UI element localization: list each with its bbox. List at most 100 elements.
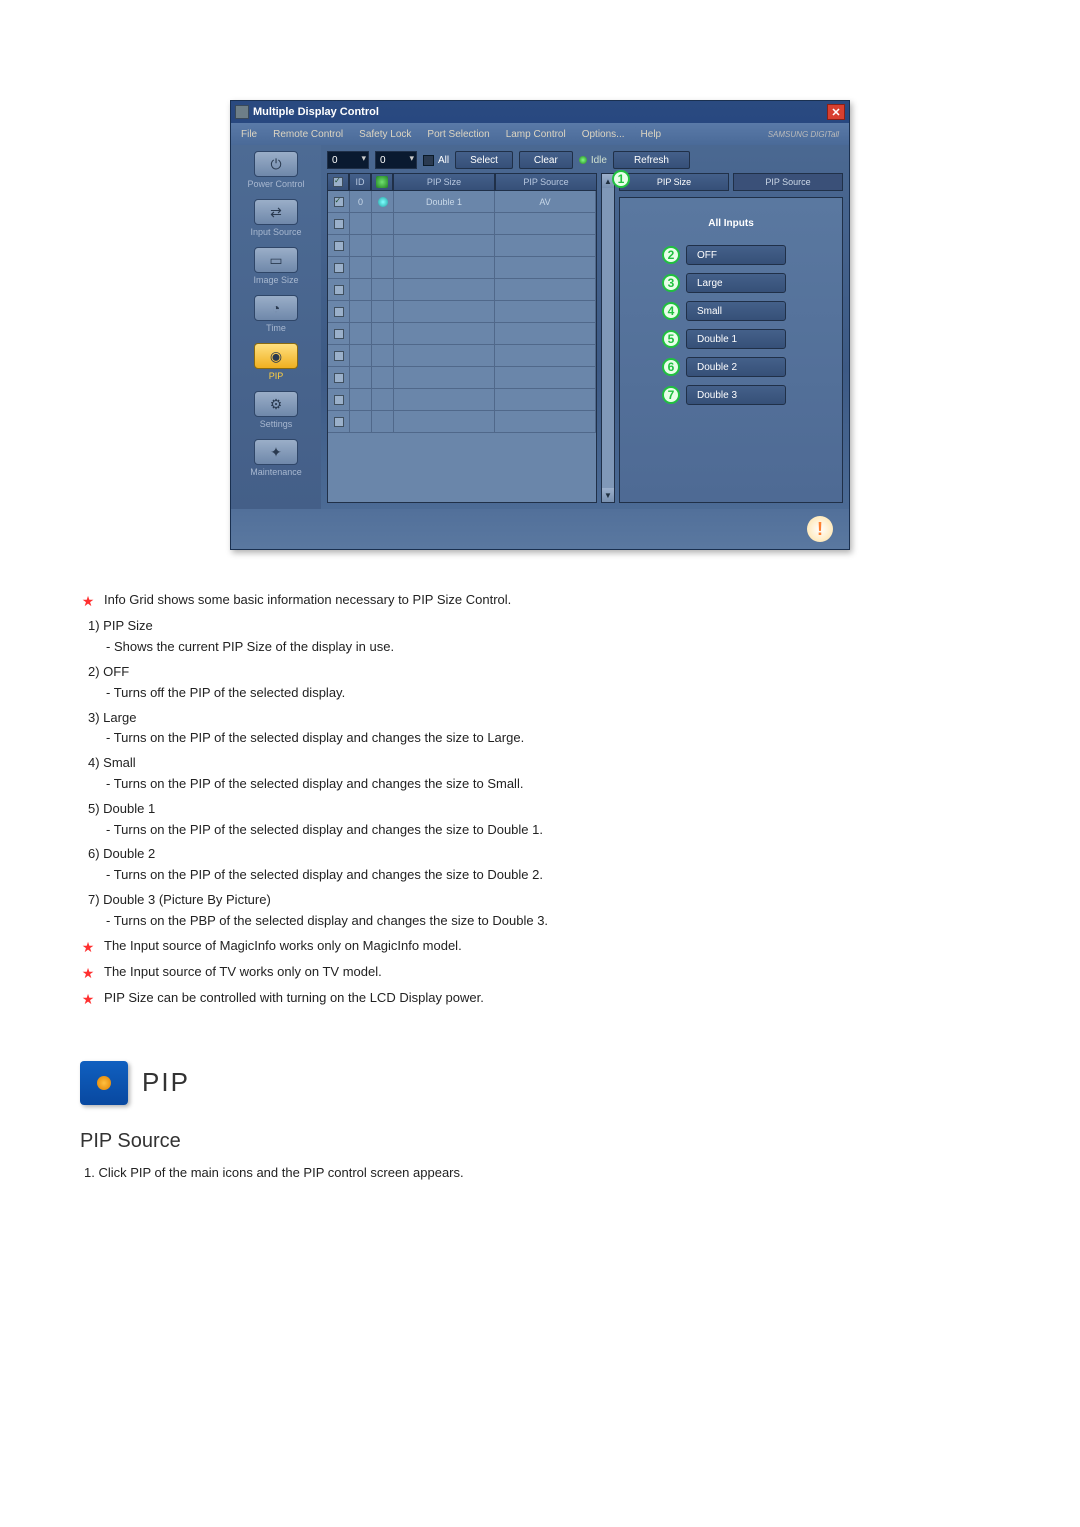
- row-check-icon[interactable]: [334, 373, 344, 383]
- main-area: 0 0 All Select Clear Idle Refresh: [321, 145, 849, 509]
- doc-note-1: The Input source of MagicInfo works only…: [104, 936, 462, 958]
- table-row[interactable]: [328, 411, 596, 433]
- doc-item-3-title: 3) Large: [88, 708, 1000, 729]
- star-icon: ★: [80, 590, 96, 612]
- settings-icon: ⚙: [254, 391, 298, 417]
- table-row[interactable]: [328, 323, 596, 345]
- doc-item-3-desc: - Turns on the PIP of the selected displ…: [106, 728, 1000, 749]
- warning-icon: !: [807, 516, 833, 542]
- menu-lamp[interactable]: Lamp Control: [506, 129, 566, 140]
- all-checkbox[interactable]: All: [423, 155, 449, 166]
- input-icon: ⇄: [254, 199, 298, 225]
- brand-label: SAMSUNG DIGITall: [768, 130, 839, 139]
- sidebar-item-time[interactable]: ◔ Time: [235, 295, 317, 333]
- doc-item-7-desc: - Turns on the PBP of the selected displ…: [106, 911, 1000, 932]
- sidebar-item-power[interactable]: ⏻ Power Control: [235, 151, 317, 189]
- sidebar-item-settings[interactable]: ⚙ Settings: [235, 391, 317, 429]
- row-check-icon[interactable]: [334, 307, 344, 317]
- row-check-icon[interactable]: [334, 219, 344, 229]
- window-title: Multiple Display Control: [253, 106, 827, 118]
- refresh-button[interactable]: Refresh: [613, 151, 690, 169]
- close-icon[interactable]: ✕: [827, 104, 845, 120]
- all-inputs-heading: All Inputs: [632, 218, 830, 229]
- row-check-icon[interactable]: [334, 263, 344, 273]
- sidebar-item-maintenance[interactable]: ✦ Maintenance: [235, 439, 317, 477]
- app-icon: [235, 105, 249, 119]
- document-body: ★ Info Grid shows some basic information …: [80, 590, 1000, 1184]
- row-check-icon[interactable]: [334, 417, 344, 427]
- callout-2: 2: [662, 246, 680, 264]
- doc-item-2-title: 2) OFF: [88, 662, 1000, 683]
- control-panel: PIP Size 1 PIP Source All Inputs 2OFF 3L…: [619, 173, 843, 503]
- double1-button[interactable]: Double 1: [686, 329, 786, 349]
- row-check-icon[interactable]: [334, 329, 344, 339]
- col-status: [371, 173, 393, 191]
- range-to-spinner[interactable]: 0: [375, 151, 417, 169]
- doc-item-2-desc: - Turns off the PIP of the selected disp…: [106, 683, 1000, 704]
- status-header-icon: [376, 176, 388, 188]
- star-icon: ★: [80, 988, 96, 1010]
- table-row[interactable]: [328, 301, 596, 323]
- sidebar-label-settings: Settings: [235, 419, 317, 429]
- table-row[interactable]: [328, 279, 596, 301]
- doc-item-4-desc: - Turns on the PIP of the selected displ…: [106, 774, 1000, 795]
- menu-options[interactable]: Options...: [582, 129, 625, 140]
- checkbox-icon: [423, 155, 434, 166]
- callout-5: 5: [662, 330, 680, 348]
- doc-note-2: The Input source of TV works only on TV …: [104, 962, 382, 984]
- row-check-icon[interactable]: [334, 285, 344, 295]
- col-id: ID: [349, 173, 371, 191]
- sidebar: ⏻ Power Control ⇄ Input Source ▭ Image S…: [231, 145, 321, 509]
- row-check-icon[interactable]: [334, 197, 344, 207]
- select-button[interactable]: Select: [455, 151, 513, 169]
- row-check-icon[interactable]: [334, 241, 344, 251]
- row-check-icon[interactable]: [334, 351, 344, 361]
- off-button[interactable]: OFF: [686, 245, 786, 265]
- menu-safety[interactable]: Safety Lock: [359, 129, 411, 140]
- clear-button[interactable]: Clear: [519, 151, 573, 169]
- footer: !: [231, 509, 849, 549]
- double3-button[interactable]: Double 3: [686, 385, 786, 405]
- menu-port[interactable]: Port Selection: [427, 129, 489, 140]
- cell-pip-source: AV: [495, 191, 596, 213]
- row-check-icon[interactable]: [334, 395, 344, 405]
- subheading: PIP Source: [80, 1125, 1000, 1157]
- doc-item-4-title: 4) Small: [88, 753, 1000, 774]
- sidebar-item-input[interactable]: ⇄ Input Source: [235, 199, 317, 237]
- titlebar: Multiple Display Control ✕: [231, 101, 849, 123]
- large-button[interactable]: Large: [686, 273, 786, 293]
- table-row[interactable]: [328, 235, 596, 257]
- tab-pip-source[interactable]: PIP Source: [733, 173, 843, 191]
- sidebar-label-maintenance: Maintenance: [235, 467, 317, 477]
- doc-item-5-title: 5) Double 1: [88, 799, 1000, 820]
- check-all-icon[interactable]: [333, 177, 343, 187]
- sidebar-item-image[interactable]: ▭ Image Size: [235, 247, 317, 285]
- sidebar-label-time: Time: [235, 323, 317, 333]
- range-from-spinner[interactable]: 0: [327, 151, 369, 169]
- menu-help[interactable]: Help: [641, 129, 662, 140]
- doc-item-5-desc: - Turns on the PIP of the selected displ…: [106, 820, 1000, 841]
- col-pip-source: PIP Source: [495, 173, 597, 191]
- cell-pip-size: Double 1: [394, 191, 495, 213]
- time-icon: ◔: [254, 295, 298, 321]
- sidebar-item-pip[interactable]: ◉ PIP: [235, 343, 317, 381]
- table-row[interactable]: [328, 345, 596, 367]
- doc-item-7-title: 7) Double 3 (Picture By Picture): [88, 890, 1000, 911]
- app-window: Multiple Display Control ✕ File Remote C…: [230, 100, 850, 550]
- sidebar-label-image: Image Size: [235, 275, 317, 285]
- small-button[interactable]: Small: [686, 301, 786, 321]
- table-row[interactable]: 0 Double 1 AV: [328, 191, 596, 213]
- table-row[interactable]: [328, 257, 596, 279]
- menu-file[interactable]: File: [241, 129, 257, 140]
- table-row[interactable]: [328, 367, 596, 389]
- sidebar-label-pip: PIP: [235, 371, 317, 381]
- double2-button[interactable]: Double 2: [686, 357, 786, 377]
- table-row[interactable]: [328, 213, 596, 235]
- menu-remote[interactable]: Remote Control: [273, 129, 343, 140]
- tab-label: PIP Size: [657, 177, 691, 187]
- tab-pip-size[interactable]: PIP Size 1: [619, 173, 729, 191]
- scroll-down-icon[interactable]: ▼: [602, 488, 614, 502]
- vertical-scrollbar[interactable]: ▲ ▼: [601, 173, 615, 503]
- doc-intro: Info Grid shows some basic information n…: [104, 590, 511, 612]
- table-row[interactable]: [328, 389, 596, 411]
